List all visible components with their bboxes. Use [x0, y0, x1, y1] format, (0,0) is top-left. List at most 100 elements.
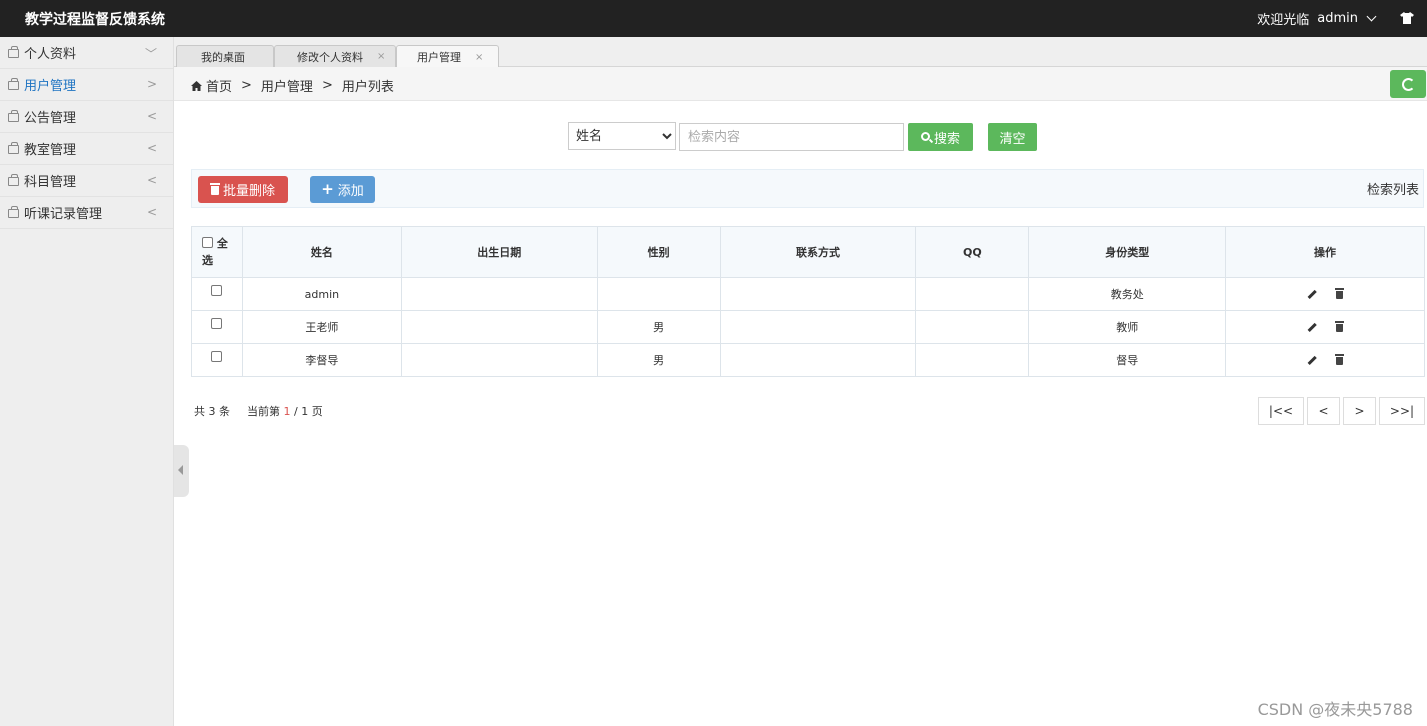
tab-desktop[interactable]: 我的桌面 — [176, 45, 274, 67]
column-header-gender: 性别 — [596, 226, 721, 278]
table-header-row: 全选 姓名 出生日期 性别 联系方式 QQ 身份类型 操作 — [191, 226, 1425, 278]
cell-role: 督导 — [1028, 343, 1227, 377]
last-page-button[interactable]: >>| — [1379, 397, 1425, 425]
cell-name: 李督导 — [241, 343, 402, 377]
first-page-button[interactable]: |<< — [1258, 397, 1304, 425]
tab-user-management[interactable]: 用户管理 × — [396, 45, 499, 68]
delete-icon[interactable] — [1335, 320, 1345, 332]
sidebar-item-lecture-records[interactable]: 听课记录管理 < — [0, 197, 173, 229]
sidebar-item-classrooms[interactable]: 教室管理 < — [0, 133, 173, 165]
page-total: / 1 页 — [294, 405, 323, 418]
breadcrumb-user-list: 用户列表 — [341, 80, 394, 95]
user-table: 全选 姓名 出生日期 性别 联系方式 QQ 身份类型 操作 admin 教务处 — [191, 226, 1425, 377]
clear-button[interactable]: 清空 — [988, 123, 1037, 151]
tab-label: 修改个人资料 — [297, 50, 363, 64]
cell-contact — [719, 343, 917, 377]
column-header-qq: QQ — [915, 226, 1030, 278]
sidebar-item-user-management[interactable]: 用户管理 > — [0, 69, 173, 101]
username[interactable]: admin — [1317, 11, 1358, 26]
search-button-label: 搜索 — [933, 131, 960, 147]
cell-qq — [915, 277, 1030, 311]
cell-role: 教务处 — [1028, 277, 1227, 311]
next-page-button[interactable]: > — [1343, 397, 1376, 425]
home-icon — [191, 80, 202, 91]
batch-delete-button[interactable]: 批量删除 — [198, 176, 288, 203]
breadcrumb-separator: > — [321, 78, 333, 93]
briefcase-icon — [8, 110, 19, 122]
row-checkbox[interactable] — [211, 351, 223, 362]
top-navbar: 教学过程监督反馈系统 欢迎光临 admin — [0, 0, 1427, 37]
chevron-down-icon: ﹀ — [144, 47, 157, 61]
clear-button-label: 清空 — [999, 131, 1026, 147]
sidebar-item-label: 听课记录管理 — [24, 207, 103, 222]
briefcase-icon — [8, 174, 19, 186]
refresh-button[interactable] — [1390, 70, 1426, 98]
briefcase-icon — [8, 46, 19, 58]
cell-gender: 男 — [596, 343, 721, 377]
current-page-prefix: 当前第 — [247, 405, 280, 418]
breadcrumb-bar: 首页 > 用户管理 > 用户列表 — [174, 67, 1427, 101]
sidebar: 个人资料 ﹀ 用户管理 > 公告管理 < 教室管理 < 科目管理 < 听课记录管… — [0, 37, 174, 726]
list-toolbar: 批量删除 + 添加 检索列表 — [191, 169, 1424, 208]
sidebar-item-label: 个人资料 — [24, 47, 77, 62]
breadcrumb-home[interactable]: 首页 — [206, 76, 232, 95]
row-checkbox[interactable] — [211, 285, 223, 296]
chevron-down-icon[interactable] — [1366, 11, 1377, 22]
user-menu[interactable]: 欢迎光临 admin — [1257, 9, 1377, 28]
column-header-birthdate: 出生日期 — [400, 226, 598, 278]
tab-edit-profile[interactable]: 修改个人资料 × — [274, 45, 396, 67]
list-title: 检索列表 — [1366, 183, 1419, 198]
row-checkbox[interactable] — [211, 318, 223, 329]
column-header-name: 姓名 — [241, 226, 402, 278]
cell-gender: 男 — [596, 310, 721, 344]
sidebar-collapse-handle[interactable] — [174, 445, 189, 497]
tshirt-icon[interactable] — [1400, 12, 1414, 24]
batch-delete-label: 批量删除 — [222, 184, 275, 199]
cell-role: 教师 — [1028, 310, 1227, 344]
add-button[interactable]: + 添加 — [310, 176, 375, 203]
cell-actions — [1225, 343, 1425, 377]
chevron-right-icon: > — [146, 77, 157, 91]
cell-birthdate — [400, 277, 598, 311]
row-select-cell — [191, 277, 243, 311]
search-button[interactable]: 搜索 — [908, 123, 973, 151]
chevron-left-icon: < — [146, 173, 157, 187]
table-row: 王老师 男 教师 — [191, 310, 1425, 344]
delete-icon[interactable] — [1335, 287, 1345, 299]
current-page-number: 1 — [283, 405, 291, 418]
cell-actions — [1225, 310, 1425, 344]
select-all-header[interactable]: 全选 — [191, 226, 243, 278]
add-label: 添加 — [337, 184, 364, 199]
pagination-info: 共 3 条 当前第 1 / 1 页 — [194, 403, 323, 419]
chevron-left-icon: < — [146, 141, 157, 155]
row-select-cell — [191, 310, 243, 344]
cell-birthdate — [400, 343, 598, 377]
sidebar-item-subjects[interactable]: 科目管理 < — [0, 165, 173, 197]
prev-page-button[interactable]: < — [1307, 397, 1340, 425]
breadcrumb-user-management[interactable]: 用户管理 — [261, 76, 313, 95]
select-all-checkbox[interactable] — [201, 237, 213, 248]
column-header-contact: 联系方式 — [719, 226, 917, 278]
sidebar-item-profile[interactable]: 个人资料 ﹀ — [0, 37, 173, 69]
tab-bar: 我的桌面 修改个人资料 × 用户管理 × — [174, 37, 1427, 68]
cell-birthdate — [400, 310, 598, 344]
close-icon[interactable]: × — [377, 51, 385, 62]
welcome-text: 欢迎光临 — [1257, 13, 1310, 28]
search-input[interactable] — [679, 123, 904, 151]
sidebar-item-label: 教室管理 — [24, 143, 77, 158]
sidebar-item-announcements[interactable]: 公告管理 < — [0, 101, 173, 133]
plus-icon: + — [321, 180, 334, 198]
table-row: 李督导 男 督导 — [191, 343, 1425, 377]
delete-icon[interactable] — [1335, 353, 1345, 365]
chevron-left-icon: < — [146, 205, 157, 219]
briefcase-icon — [8, 78, 19, 90]
sidebar-item-label: 用户管理 — [24, 79, 77, 94]
close-icon[interactable]: × — [475, 52, 483, 63]
current-page-info: 当前第 1 / 1 页 — [247, 403, 323, 419]
sidebar-item-label: 科目管理 — [24, 175, 77, 190]
search-field-select[interactable]: 姓名 — [568, 122, 676, 150]
chevron-left-icon: < — [146, 109, 157, 123]
edit-icon[interactable] — [1307, 290, 1317, 299]
edit-icon[interactable] — [1307, 356, 1317, 365]
edit-icon[interactable] — [1307, 323, 1317, 332]
